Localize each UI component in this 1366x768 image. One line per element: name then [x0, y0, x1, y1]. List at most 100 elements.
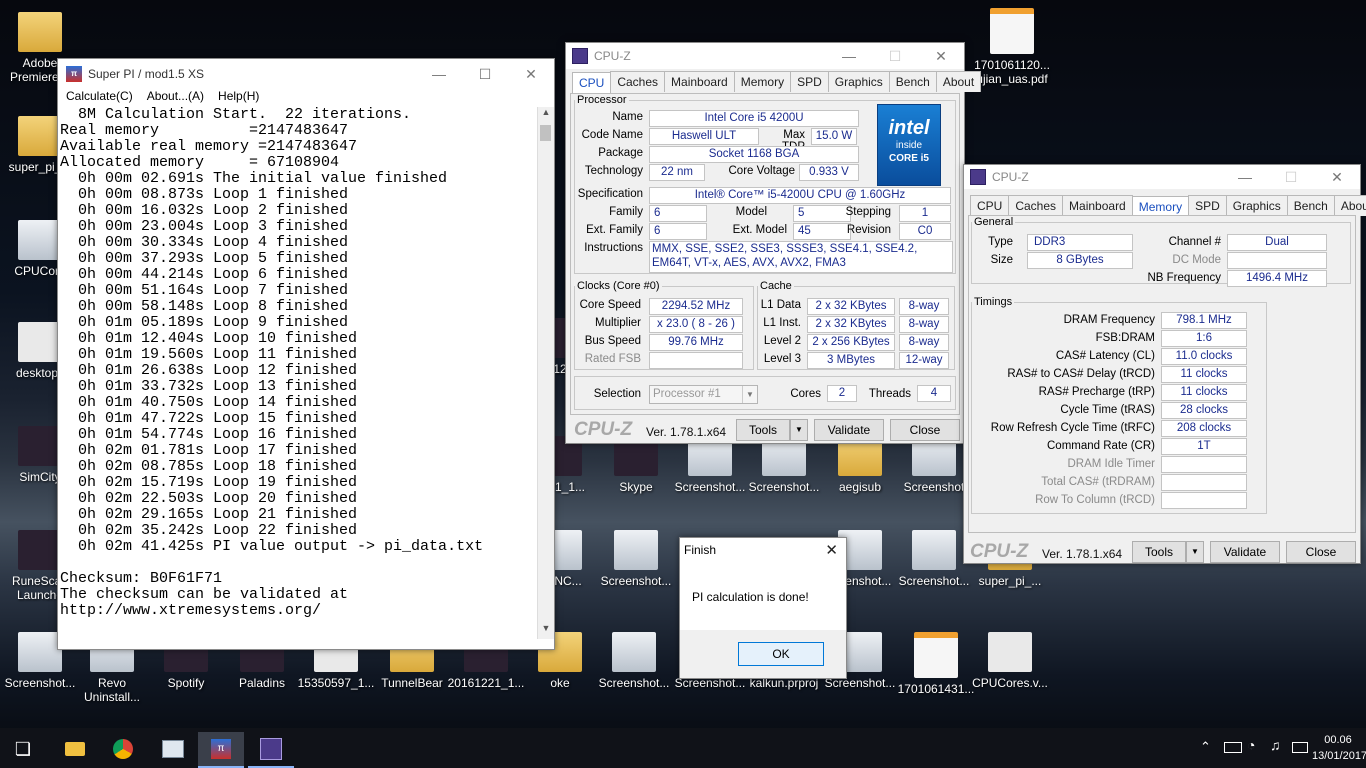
- desktop-icon[interactable]: CPUCores.v...: [970, 632, 1050, 690]
- processor-select[interactable]: Processor #1 ▼: [649, 385, 758, 404]
- timing-value: 1T: [1161, 438, 1247, 455]
- console-line: 0h 02m 35.242s Loop 22 finished: [60, 522, 358, 539]
- superpi-titlebar[interactable]: π Super PI / mod1.5 XS — ☐ ✕: [58, 59, 554, 89]
- desktop-icon[interactable]: 1701061120... ujian_uas.pdf: [972, 8, 1052, 86]
- console-line: 0h 00m 08.873s Loop 1 finished: [60, 186, 349, 203]
- close-button[interactable]: ✕: [1314, 169, 1360, 186]
- cpuz-app-icon: [572, 48, 588, 64]
- close-button[interactable]: ✕: [508, 66, 554, 83]
- tab-about[interactable]: About: [935, 71, 982, 92]
- volume-icon[interactable]: ♫: [1270, 737, 1281, 753]
- revision-label: Revision: [846, 224, 891, 236]
- spec-label: Specification: [577, 188, 643, 200]
- menu-about[interactable]: About...(A): [147, 89, 204, 107]
- console-line: Available real memory =2147483647: [60, 138, 358, 155]
- console-line: 0h 00m 02.691s The initial value finishe…: [60, 170, 448, 187]
- tools-button[interactable]: Tools: [1132, 541, 1186, 563]
- pdf-icon: [914, 632, 958, 678]
- tools-dropdown-button[interactable]: ▼: [790, 419, 808, 441]
- keyboard-icon[interactable]: [1292, 742, 1308, 753]
- minimize-button[interactable]: —: [826, 48, 872, 65]
- dark-icon: [18, 530, 62, 570]
- tab-graphics[interactable]: Graphics: [827, 71, 890, 92]
- tab-caches[interactable]: Caches: [1008, 195, 1064, 216]
- package-label: Package: [598, 147, 643, 159]
- channel-label: Channel #: [1168, 236, 1221, 248]
- tab-caches[interactable]: Caches: [610, 71, 666, 92]
- desktop-icon[interactable]: Screenshot...: [894, 530, 974, 588]
- size-value: 8 GBytes: [1027, 252, 1133, 269]
- scroll-up-arrow[interactable]: ▲: [538, 107, 554, 123]
- tab-bench[interactable]: Bench: [888, 71, 937, 92]
- timing-label: Command Rate (CR): [1047, 440, 1155, 452]
- taskbar-explorer[interactable]: [52, 732, 98, 766]
- scroll-thumb[interactable]: [540, 125, 551, 141]
- size-label: Size: [990, 254, 1013, 266]
- taskbar-task-manager[interactable]: [150, 732, 196, 766]
- maximize-button[interactable]: ☐: [1268, 169, 1314, 186]
- start-button[interactable]: ❏: [0, 732, 46, 766]
- tab-spd[interactable]: SPD: [790, 71, 829, 92]
- maximize-button[interactable]: ☐: [872, 48, 918, 65]
- cpuz-icon: [260, 738, 282, 760]
- maximize-button[interactable]: ☐: [462, 66, 508, 83]
- tab-memory[interactable]: Memory: [733, 71, 792, 92]
- tab-cpu[interactable]: CPU: [970, 195, 1010, 216]
- close-window-button[interactable]: Close: [1286, 541, 1356, 563]
- intel-badge: intel inside CORE i5: [877, 104, 941, 186]
- tab-mainboard[interactable]: Mainboard: [1062, 195, 1133, 216]
- tools-button[interactable]: Tools: [736, 419, 790, 441]
- taskbar-superpi[interactable]: π: [198, 732, 244, 768]
- desktop-icon[interactable]: Skype: [596, 436, 676, 494]
- battery-icon[interactable]: [1224, 742, 1242, 753]
- console-line: http://www.xtremesystems.org/: [60, 602, 322, 619]
- l1inst-label: L1 Inst.: [763, 317, 801, 329]
- l3-value: 3 MBytes: [807, 352, 895, 369]
- wifi-icon[interactable]: ◔: [1247, 737, 1255, 753]
- pdf-icon: [990, 8, 1034, 54]
- tab-bench[interactable]: Bench: [1286, 195, 1335, 216]
- codename-value: Haswell ULT: [649, 128, 759, 145]
- window-title: CPU-Z: [992, 170, 1029, 184]
- tab-about[interactable]: About: [1333, 195, 1366, 216]
- validate-button[interactable]: Validate: [814, 419, 884, 441]
- desktop-icon[interactable]: 1701061431...: [896, 632, 976, 696]
- desktop-icon[interactable]: aegisub: [820, 436, 900, 494]
- dark-icon: [18, 426, 62, 466]
- taskbar-chrome[interactable]: [100, 732, 146, 766]
- desktop-icon[interactable]: Screenshot...: [670, 436, 750, 494]
- clock[interactable]: 00.06 13/01/2017: [1312, 732, 1366, 764]
- dialog-titlebar[interactable]: Finish ✕: [680, 538, 846, 562]
- ok-button[interactable]: OK: [738, 642, 824, 666]
- validate-button[interactable]: Validate: [1210, 541, 1280, 563]
- desktop-icon[interactable]: Screenshot: [894, 436, 974, 494]
- cpuz-titlebar[interactable]: CPU-Z — ☐ ✕: [566, 43, 964, 69]
- desktop-icon[interactable]: Screenshot...: [594, 632, 674, 690]
- intel-logo-text: intel: [888, 117, 930, 139]
- menu-help[interactable]: Help(H): [218, 89, 259, 107]
- close-window-button[interactable]: Close: [890, 419, 960, 441]
- intel-core-text: CORE i5: [888, 153, 929, 164]
- windows-logo-icon: ❏: [14, 738, 32, 759]
- tab-spd[interactable]: SPD: [1188, 195, 1227, 216]
- scroll-down-arrow[interactable]: ▼: [538, 623, 554, 639]
- superpi-icon: π: [211, 739, 231, 759]
- chevron-up-icon[interactable]: ⌃: [1200, 739, 1211, 755]
- vertical-scrollbar[interactable]: ▲ ▼: [537, 107, 554, 639]
- menu-calculate[interactable]: Calculate(C): [66, 89, 133, 107]
- close-button[interactable]: ✕: [918, 48, 964, 65]
- cpuz-titlebar[interactable]: CPU-Z — ☐ ✕: [964, 165, 1360, 189]
- desktop-icon[interactable]: Screenshot...: [744, 436, 824, 494]
- l2-way: 8-way: [899, 334, 949, 351]
- tools-dropdown-button[interactable]: ▼: [1186, 541, 1204, 563]
- tab-graphics[interactable]: Graphics: [1225, 195, 1288, 216]
- close-icon[interactable]: ✕: [825, 541, 838, 559]
- tab-cpu[interactable]: CPU: [572, 72, 612, 93]
- taskbar-cpuz[interactable]: [248, 732, 294, 768]
- minimize-button[interactable]: —: [1222, 169, 1268, 186]
- tab-mainboard[interactable]: Mainboard: [664, 71, 735, 92]
- tab-memory[interactable]: Memory: [1131, 196, 1190, 217]
- desktop-icon[interactable]: Screenshot...: [596, 530, 676, 588]
- ok-button-label: OK: [772, 647, 790, 661]
- minimize-button[interactable]: —: [416, 66, 462, 83]
